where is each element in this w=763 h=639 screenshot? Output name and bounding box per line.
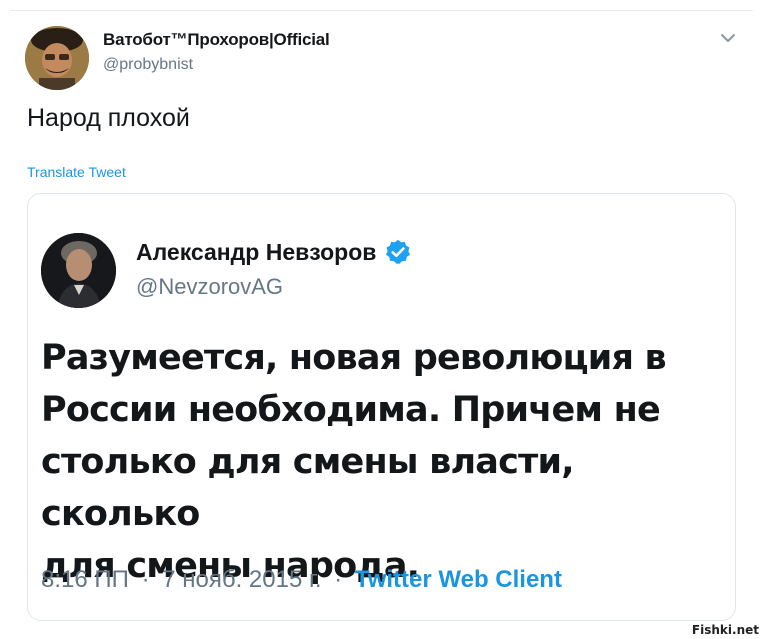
quoted-author-display-name[interactable]: Александр Невзоров: [136, 239, 376, 266]
meta-separator: ·: [141, 566, 150, 593]
quoted-author-name-row: Александр Невзоров: [136, 238, 412, 266]
verified-badge-icon: [384, 238, 412, 266]
quoted-tweet-time[interactable]: 8:16 ПП: [41, 566, 129, 593]
author-handle[interactable]: @probybnist: [103, 56, 193, 74]
author-display-name[interactable]: Ватобот™Прохоров|Official: [103, 30, 330, 50]
quoted-tweet-date[interactable]: 7 нояб. 2015 г.: [162, 566, 321, 593]
author-avatar[interactable]: [25, 26, 89, 90]
quoted-author-handle[interactable]: @NevzorovAG: [136, 274, 283, 300]
tweet-text: Народ плохой: [27, 104, 190, 132]
quoted-tweet-line: России необходима. Причем не: [41, 390, 661, 430]
quoted-tweet-text: Разумеется, новая революция в России нео…: [41, 332, 731, 592]
quoted-tweet-meta: 8:16 ПП · 7 нояб. 2015 г. · Twitter Web …: [41, 566, 562, 594]
translate-tweet-link[interactable]: Translate Tweet: [27, 164, 126, 180]
quoted-avatar-image: [41, 233, 116, 308]
chevron-down-icon[interactable]: [718, 28, 738, 48]
top-divider: [10, 10, 753, 11]
quoted-author-avatar[interactable]: [41, 233, 116, 308]
watermark: Fishki.net: [691, 623, 759, 637]
quoted-tweet-line: столько для смены власти, сколько: [41, 442, 575, 534]
quoted-tweet-card[interactable]: Александр Невзоров @NevzorovAG Разумеетс…: [27, 193, 736, 621]
meta-separator: ·: [334, 566, 343, 593]
quoted-tweet-client[interactable]: Twitter Web Client: [355, 566, 562, 593]
author-avatar-image: [25, 26, 89, 90]
quoted-tweet-line: Разумеется, новая революция в: [41, 338, 667, 378]
